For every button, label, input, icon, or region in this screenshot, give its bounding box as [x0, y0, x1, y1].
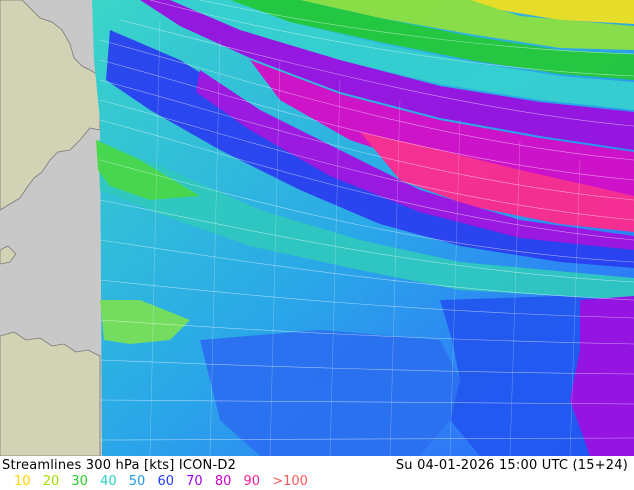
legend-item-10: 10: [14, 474, 31, 489]
legend-item-20: 20: [42, 474, 60, 489]
map-footer: Streamlines 300 hPa [kts] ICON-D2 Su 04-…: [0, 456, 634, 490]
legend-item-90: 90: [243, 474, 261, 489]
legend-item-60: 60: [157, 474, 174, 489]
valid-time: Su 04-01-2026 15:00 UTC (15+24): [395, 458, 628, 473]
legend-item-70: 70: [186, 474, 203, 489]
product-title: Streamlines 300 hPa [kts] ICON-D2: [2, 458, 237, 473]
legend-item-40: 40: [100, 474, 117, 489]
legend-item-50: 50: [128, 474, 146, 489]
wind-speed-legend: 10 20 30 40 50 60 70 80 90 >100: [14, 474, 316, 489]
legend-item-over-100: >100: [272, 474, 308, 489]
legend-item-80: 80: [214, 474, 232, 489]
streamline-map: [0, 0, 634, 456]
legend-item-30: 30: [71, 474, 88, 489]
map-frame: Streamlines 300 hPa [kts] ICON-D2 Su 04-…: [0, 0, 634, 490]
landmass-southwest: [0, 331, 101, 456]
